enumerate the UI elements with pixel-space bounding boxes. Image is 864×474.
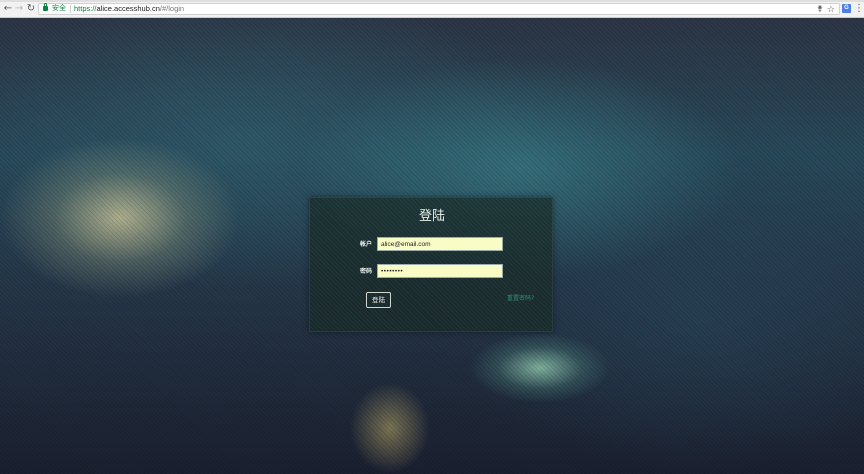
forward-icon[interactable]: → bbox=[13, 3, 25, 15]
url-path: /#/login bbox=[159, 4, 185, 13]
login-button[interactable]: 登陆 bbox=[366, 292, 391, 308]
url-protocol: https:// bbox=[74, 4, 97, 13]
address-bar[interactable]: 安全 https://alice.accesshub.cn/#/login ⚵ … bbox=[38, 3, 840, 15]
account-input[interactable] bbox=[377, 237, 503, 251]
forgot-password-link[interactable]: 重置密码? bbox=[507, 295, 534, 303]
secure-label: 安全 bbox=[52, 5, 66, 12]
login-panel: 登陆 帐户 密码 登陆 重置密码? bbox=[309, 197, 553, 332]
url-text[interactable]: https://alice.accesshub.cn/#/login bbox=[74, 4, 184, 14]
url-host: alice.accesshub.cn bbox=[96, 4, 160, 13]
key-icon[interactable]: ⚵ bbox=[817, 4, 823, 14]
tab-strip bbox=[0, 0, 864, 2]
password-input[interactable] bbox=[377, 264, 503, 278]
browser-toolbar: ← → ↻ 安全 https://alice.accesshub.cn/#/lo… bbox=[0, 0, 864, 18]
password-label: 密码 bbox=[360, 268, 373, 275]
address-separator bbox=[70, 5, 71, 13]
star-icon[interactable]: ☆ bbox=[827, 4, 835, 14]
menu-icon[interactable]: ⋮ bbox=[854, 3, 864, 15]
lock-icon bbox=[43, 3, 48, 11]
login-title: 登陆 bbox=[418, 209, 445, 224]
translate-icon[interactable]: G bbox=[842, 4, 851, 13]
reload-icon[interactable]: ↻ bbox=[25, 3, 37, 15]
account-label: 帐户 bbox=[360, 241, 373, 248]
